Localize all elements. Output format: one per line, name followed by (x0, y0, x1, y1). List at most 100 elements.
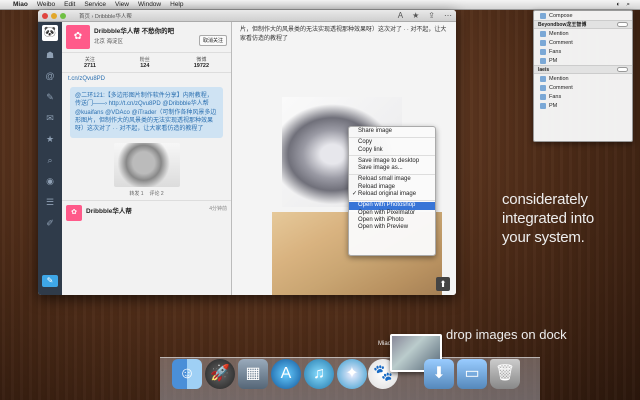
stat-following[interactable]: 关注 2711 (84, 56, 96, 69)
tagline: considerately integrated into your syste… (502, 191, 595, 246)
dropdown-comment[interactable]: Comment (534, 83, 632, 92)
mention-icon (540, 30, 546, 37)
menu-item-open-iphoto[interactable]: Open with iPhoto (349, 217, 435, 224)
detail-text: 片，但制作大的风景类的无法实现透视那种效果呀）这次对了 ∙ ∙ 对不起，让大家看… (240, 27, 447, 42)
downloads-folder-icon[interactable]: ⬇ (424, 359, 454, 389)
app-store-icon[interactable]: A (271, 359, 301, 389)
dropdown-comment[interactable]: Comment (534, 38, 632, 47)
eye-icon[interactable]: ◉ (43, 174, 57, 188)
tweet-avatar[interactable]: ✿ (66, 205, 82, 222)
star-icon[interactable]: ★ (412, 11, 419, 20)
share-icon[interactable]: ⇪ (428, 11, 435, 20)
dropdown-pm[interactable]: PM (534, 101, 632, 110)
list-item[interactable]: ✿ Dribbble华人帮 4分钟前 (62, 200, 231, 222)
more-icon[interactable]: ⋯ (444, 11, 452, 20)
menu-separator (349, 199, 435, 201)
mail-icon[interactable]: ✉ (43, 111, 57, 125)
preview-icon[interactable]: ▦ (238, 359, 268, 389)
account-toggle[interactable] (617, 67, 628, 72)
menu-item-open-pixelmator[interactable]: Open with Pixelmator (349, 210, 435, 217)
compose-button[interactable]: ✎ (42, 275, 58, 287)
dropdown-mention[interactable]: Mention (534, 29, 632, 38)
retweet-count[interactable]: 转发 1 (129, 190, 143, 197)
menu-item-copy[interactable]: Copy (349, 139, 435, 146)
miao-status-icon[interactable]: ◐ (616, 1, 620, 8)
sidebar: 🐼 ☗ @ ✎ ✉ ★ ⌕ ◉ ☰ ✐ ✎ (38, 22, 62, 295)
fans-icon (540, 48, 546, 55)
comment-icon[interactable]: ✎ (43, 90, 57, 104)
tweet-author: Dribbble华人帮 (86, 208, 132, 216)
spotlight-icon[interactable]: ⌕ (626, 1, 630, 9)
account-toggle[interactable] (617, 22, 628, 27)
unfollow-button[interactable]: 取消关注 (198, 35, 227, 46)
menu-item-copy-link[interactable]: Copy link (349, 147, 435, 154)
comment-icon (540, 84, 546, 91)
tweet-meta: 转发 1 评论 2 (62, 190, 231, 197)
zoom-button[interactable] (60, 12, 66, 19)
launchpad-icon[interactable]: 🚀 (205, 359, 235, 389)
menu-edit[interactable]: Edit (64, 1, 75, 8)
close-button[interactable] (42, 12, 48, 19)
dock-tagline: drop images on dock (446, 327, 567, 342)
dropdown-fans[interactable]: Fans (534, 92, 632, 101)
profile-avatar[interactable]: ✿ (66, 25, 90, 49)
menu-item-reload-image[interactable]: Reload image (349, 184, 435, 191)
safari-icon[interactable]: ✦ (337, 359, 367, 389)
folder-icon[interactable]: ▭ (457, 359, 487, 389)
menu-separator (349, 136, 435, 138)
avatar[interactable]: 🐼 (42, 25, 58, 41)
menu-window[interactable]: Window (138, 1, 161, 8)
tweet-link[interactable]: t.cn/zQvu8PD (62, 73, 231, 85)
comment-count[interactable]: 评论 2 (150, 190, 164, 197)
menu-item-share-image[interactable]: Share image (349, 128, 435, 135)
scroll-up-button[interactable]: ⬆ (436, 277, 450, 291)
title-bar: 首页 › Dribbble华人帮 A ★ ⇪ ⋯ (38, 10, 456, 22)
pm-icon (540, 57, 546, 64)
list-icon[interactable]: ☰ (43, 195, 57, 209)
stat-fans[interactable]: 粉丝 124 (140, 56, 150, 69)
menu-item-open-photoshop[interactable]: Open with Photoshop (349, 202, 435, 210)
menu-weibo[interactable]: Weibo (37, 1, 55, 8)
menu-view[interactable]: View (115, 1, 129, 8)
compose-menu-item[interactable]: Compose (534, 11, 632, 20)
status-dropdown: Compose Beyondbow龙王智博 Mention Comment Fa… (533, 10, 633, 142)
search-icon[interactable]: ⌕ (43, 153, 57, 167)
mention-icon (540, 75, 546, 82)
context-menu: Share image Copy Copy link Save image to… (348, 126, 436, 256)
dropdown-pm[interactable]: PM (534, 56, 632, 65)
menu-separator (349, 155, 435, 157)
kitten-thumbnail[interactable] (113, 143, 180, 188)
stat-posts[interactable]: 微博 19722 (194, 56, 209, 69)
menu-help[interactable]: Help (170, 1, 183, 8)
home-icon[interactable]: ☗ (43, 48, 57, 62)
menu-item-save-as[interactable]: Save image as... (349, 165, 435, 172)
favorite-icon[interactable]: ★ (43, 132, 57, 146)
account-header: laeis (534, 65, 632, 74)
menu-item-reload-small[interactable]: Reload small image (349, 176, 435, 183)
menu-service[interactable]: Service (84, 1, 106, 8)
menu-bar: Miao Weibo Edit Service View Window Help… (0, 0, 640, 10)
fans-icon (540, 93, 546, 100)
dropdown-fans[interactable]: Fans (534, 47, 632, 56)
edit-icon[interactable]: ✐ (43, 216, 57, 230)
compose-icon (540, 12, 546, 19)
menu-separator (349, 173, 435, 175)
profile-name: Dribbble华人帮 不愁你的吧 (94, 28, 175, 35)
menu-item-save-desktop[interactable]: Save image to desktop (349, 158, 435, 165)
trash-icon[interactable]: 🗑 (490, 359, 520, 389)
font-icon[interactable]: A (398, 11, 403, 20)
menu-item-open-preview[interactable]: Open with Preview (349, 224, 435, 231)
pm-icon (540, 102, 546, 109)
timeline-pane: ✿ Dribbble华人帮 不愁你的吧 北京 海淀区 取消关注 关注 2711 粉… (62, 22, 232, 295)
profile-stats: 关注 2711 粉丝 124 微博 19722 (62, 53, 231, 73)
finder-icon[interactable]: ☺ (172, 359, 202, 389)
menu-item-reload-original[interactable]: Reload original image (349, 191, 435, 199)
minimize-button[interactable] (51, 12, 57, 19)
account-header: Beyondbow龙王智博 (534, 20, 632, 29)
mention-icon[interactable]: @ (43, 69, 57, 83)
dropdown-mention[interactable]: Mention (534, 74, 632, 83)
itunes-icon[interactable]: ♫ (304, 359, 334, 389)
breadcrumb[interactable]: 首页 › Dribbble华人帮 (79, 12, 132, 20)
menu-app[interactable]: Miao (13, 1, 28, 8)
profile-location: 北京 海淀区 (94, 39, 124, 45)
